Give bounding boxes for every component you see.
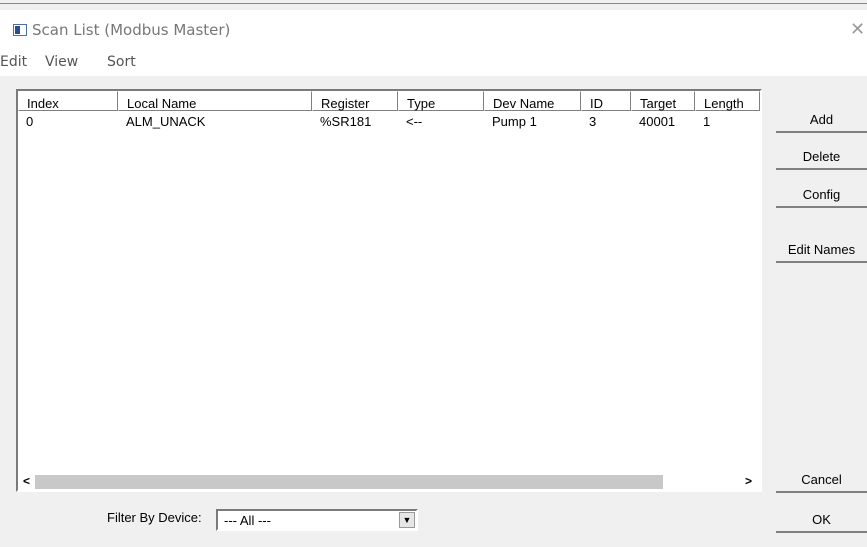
close-icon[interactable]: ✕ [850, 19, 865, 40]
top-edge-line [0, 0, 867, 4]
cancel-button[interactable]: Cancel [776, 469, 867, 493]
column-header-type[interactable]: Type [398, 91, 484, 111]
cell-target: 40001 [639, 114, 676, 129]
window-top-edge [0, 0, 867, 6]
cell-register: %SR181 [320, 114, 372, 129]
app-window-icon [13, 24, 27, 36]
scrollbar-thumb[interactable] [35, 475, 663, 489]
cell-type: <-- [406, 114, 423, 129]
menu-edit[interactable]: Edit [0, 54, 27, 70]
device-filter-select[interactable]: --- All --- ▼ [216, 509, 418, 531]
table-row[interactable]: 0 ALM_UNACK %SR181 <-- Pump 1 3 40001 1 [18, 112, 760, 130]
cell-dev-name: Pump 1 [492, 114, 537, 129]
delete-button[interactable]: Delete [776, 146, 867, 170]
cell-index: 0 [26, 114, 34, 129]
column-header-register[interactable]: Register [312, 91, 398, 111]
scroll-left-icon[interactable]: < [18, 473, 35, 490]
window-title: Scan List (Modbus Master) [32, 21, 231, 39]
menu-sort[interactable]: Sort [107, 54, 136, 70]
ok-button[interactable]: OK [776, 509, 867, 533]
config-button[interactable]: Config [776, 184, 867, 208]
column-header-local-name[interactable]: Local Name [118, 91, 312, 111]
menu-view[interactable]: View [45, 54, 78, 70]
column-header-index[interactable]: Index [18, 91, 118, 111]
scroll-right-icon[interactable]: > [740, 473, 757, 490]
list-header: Index Local Name Register Type Dev Name … [18, 91, 760, 113]
filter-by-device-label: Filter By Device: [107, 510, 202, 525]
cell-local-name: ALM_UNACK [126, 114, 206, 129]
scan-list-view[interactable]: Index Local Name Register Type Dev Name … [16, 89, 762, 492]
column-header-id[interactable]: ID [581, 91, 631, 111]
horizontal-scrollbar[interactable]: < > [18, 473, 760, 490]
dropdown-arrow-icon[interactable]: ▼ [399, 512, 415, 528]
add-button[interactable]: Add [776, 109, 867, 133]
cell-id: 3 [589, 114, 597, 129]
device-filter-value: --- All --- [224, 513, 271, 528]
column-header-length[interactable]: Length [695, 91, 760, 111]
cell-length: 1 [703, 114, 711, 129]
column-header-dev-name[interactable]: Dev Name [484, 91, 581, 111]
edit-names-button[interactable]: Edit Names [776, 239, 867, 263]
column-header-target[interactable]: Target [631, 91, 695, 111]
